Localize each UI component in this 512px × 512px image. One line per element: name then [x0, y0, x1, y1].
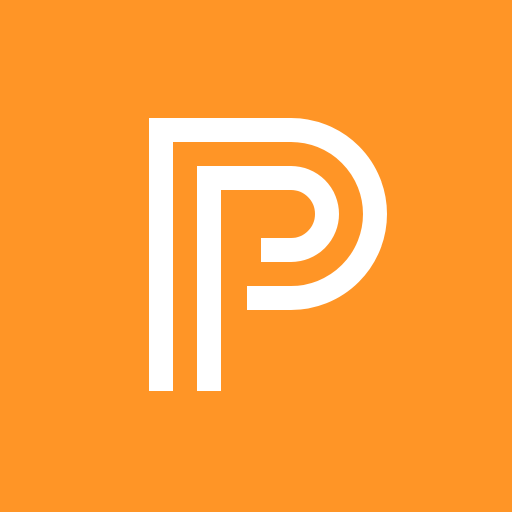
app-icon [0, 0, 512, 512]
p-logo-icon [149, 118, 387, 391]
